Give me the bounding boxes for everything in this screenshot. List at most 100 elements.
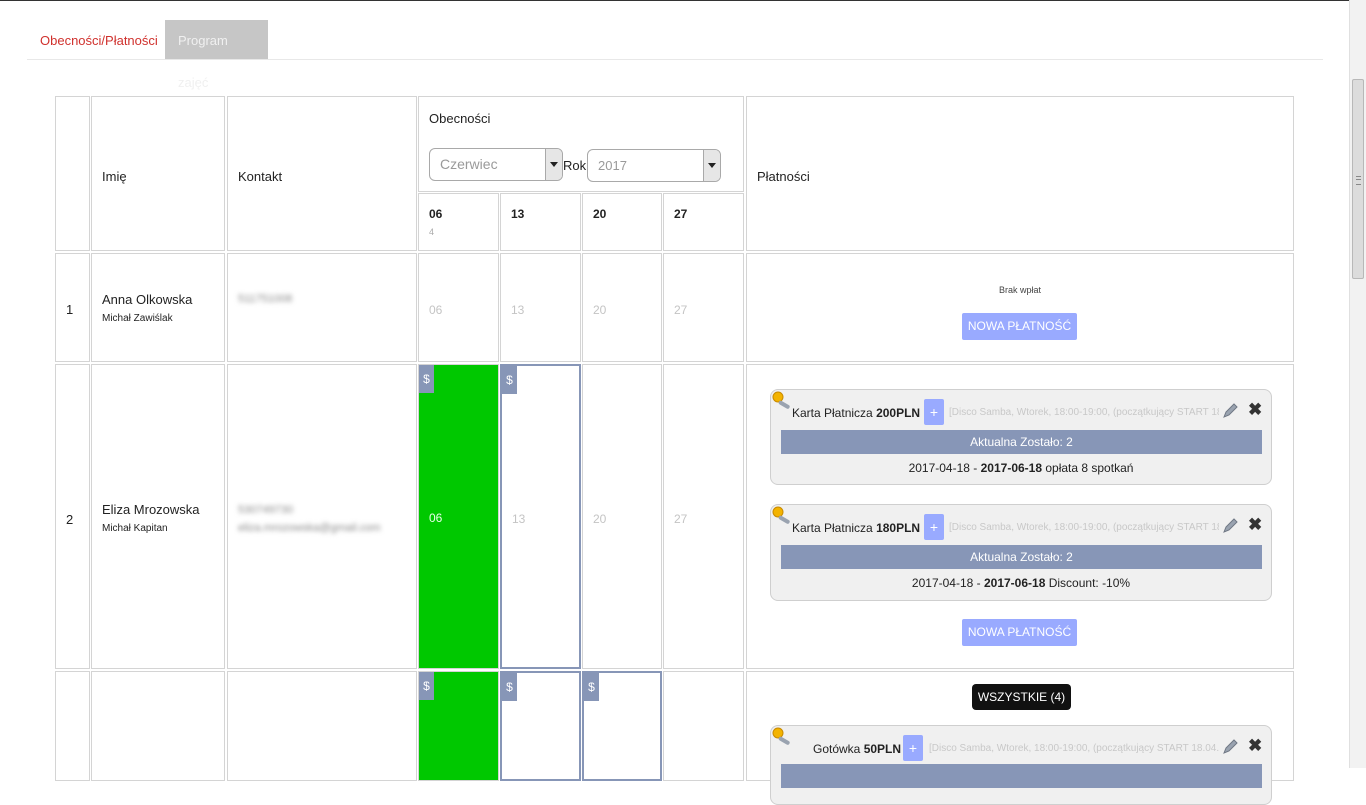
dollar-icon[interactable]: $ bbox=[419, 672, 434, 700]
vertical-scrollbar[interactable] bbox=[1349, 0, 1366, 768]
row-number-cell: 2 bbox=[55, 364, 90, 669]
chevron-down-icon bbox=[545, 149, 562, 180]
payment-amount: 200PLN bbox=[876, 406, 921, 420]
header-name-label: Imię bbox=[102, 169, 127, 184]
edit-icon[interactable] bbox=[1221, 402, 1239, 420]
payment-date-separator: - bbox=[973, 576, 984, 590]
header-day: 20 bbox=[593, 207, 607, 221]
payment-note: Discount: -10% bbox=[1045, 576, 1131, 590]
close-icon[interactable]: ✖ bbox=[1248, 515, 1262, 535]
header-day: 06 bbox=[429, 207, 443, 221]
payments-cell: Brak wpłat NOWA PŁATNOŚĆ bbox=[746, 253, 1294, 362]
payment-card: Gotówka 50PLN + [Disco Samba, Wtorek, 18… bbox=[770, 725, 1272, 805]
scrollbar-thumb[interactable] bbox=[1352, 79, 1364, 279]
attendance-cell[interactable]: 20 bbox=[582, 364, 662, 669]
instructor-name: Michał Zawiślak bbox=[102, 313, 173, 324]
add-payment-plus-button[interactable]: + bbox=[903, 735, 923, 761]
new-payment-button[interactable]: NOWA PŁATNOŚĆ bbox=[962, 313, 1077, 340]
payment-type: Karta Płatnicza bbox=[792, 521, 873, 535]
attendance-cell[interactable]: $ bbox=[500, 671, 581, 781]
close-icon[interactable]: ✖ bbox=[1248, 736, 1262, 756]
header-attendance-label: Obecności bbox=[429, 111, 491, 126]
row-name-cell: Anna Olkowska Michał Zawiślak bbox=[91, 253, 225, 362]
attendance-cell[interactable] bbox=[663, 671, 744, 781]
dollar-icon[interactable]: $ bbox=[502, 673, 517, 701]
month-select[interactable]: Czerwiec bbox=[429, 148, 563, 181]
payments-cell: WSZYSTKIE (4) Gotówka 50PLN + [Disco Sam… bbox=[746, 671, 1294, 805]
payment-description: [Disco Samba, Wtorek, 18:00-19:00, (pocz… bbox=[949, 522, 1219, 533]
attendance-cell[interactable]: 27 bbox=[663, 253, 744, 362]
payment-date-from: 2017-04-18 bbox=[908, 461, 970, 475]
attendance-cell[interactable]: 27 bbox=[663, 364, 744, 669]
payment-card: Karta Płatnicza 180PLN + [Disco Samba, W… bbox=[770, 504, 1272, 601]
dollar-icon[interactable]: $ bbox=[502, 366, 517, 394]
edit-icon[interactable] bbox=[1221, 517, 1239, 535]
tab-bar: Obecności/Płatności Program zajęć bbox=[27, 20, 1323, 90]
pushpin-icon bbox=[772, 506, 790, 524]
header-day: 13 bbox=[511, 207, 525, 221]
payment-note: opłata 8 spotkań bbox=[1042, 461, 1134, 475]
attendance-cell-present[interactable]: $ 06 bbox=[418, 364, 499, 669]
attendance-cell[interactable]: 06 bbox=[418, 253, 499, 362]
header-day: 27 bbox=[674, 207, 688, 221]
payment-title: Gotówka 50PLN bbox=[813, 742, 901, 756]
payment-amount: 50PLN bbox=[863, 742, 902, 756]
remaining-bar: Aktualna Zostało: 2 bbox=[781, 545, 1262, 569]
attendance-cell[interactable]: $ bbox=[582, 671, 662, 781]
attendance-day: 27 bbox=[674, 512, 688, 526]
row-contact-cell: 511751008 bbox=[227, 253, 417, 362]
header-day-cell: 27 bbox=[663, 193, 744, 251]
attendance-cell[interactable]: 13 bbox=[500, 253, 581, 362]
attendance-cell-present[interactable]: $ bbox=[418, 671, 499, 781]
row-name-cell: Eliza Mrozowska Michał Kapitan bbox=[91, 364, 225, 669]
add-payment-plus-button[interactable]: + bbox=[924, 399, 944, 425]
contact-phone: 511751008 bbox=[238, 293, 293, 305]
remaining-bar: Aktualna Zostało: 2 bbox=[781, 430, 1262, 454]
edit-icon[interactable] bbox=[1221, 738, 1239, 756]
attendance-cell[interactable]: $ 13 bbox=[500, 364, 581, 669]
header-contact-label: Kontakt bbox=[238, 169, 283, 184]
pushpin-icon bbox=[772, 727, 790, 745]
tab-attendance-payments[interactable]: Obecności/Płatności bbox=[27, 20, 165, 59]
payment-type: Gotówka bbox=[813, 742, 861, 756]
dollar-icon[interactable]: $ bbox=[419, 365, 434, 393]
payment-description: [Disco Samba, Wtorek, 18:00-19:00, (pocz… bbox=[929, 743, 1219, 754]
payment-date-separator: - bbox=[969, 461, 981, 475]
payment-dates: 2017-04-18 - 2017-06-18 opłata 8 spotkań bbox=[771, 461, 1271, 475]
attendance-day: 13 bbox=[511, 303, 525, 317]
attendance-cell[interactable]: 20 bbox=[582, 253, 662, 362]
payment-date-from: 2017-04-18 bbox=[911, 576, 974, 590]
attendance-day: 27 bbox=[674, 303, 688, 317]
student-name: Anna Olkowska bbox=[102, 292, 193, 307]
dollar-icon[interactable]: $ bbox=[584, 673, 599, 701]
payment-dates: 2017-04-18 - 2017-06-18 Discount: -10% bbox=[771, 576, 1271, 590]
contact-email: eliza.mrozowska@gmail.com bbox=[238, 522, 381, 534]
row-number: 1 bbox=[66, 302, 74, 317]
payment-title: Karta Płatnicza 200PLN bbox=[792, 406, 920, 420]
row-contact-cell bbox=[227, 671, 417, 781]
attendance-day: 20 bbox=[593, 303, 607, 317]
scrollbar-grip-icon bbox=[1356, 176, 1361, 185]
attendance-day: 06 bbox=[429, 511, 443, 525]
row-contact-cell: 530749730 eliza.mrozowska@gmail.com bbox=[227, 364, 417, 669]
new-payment-button[interactable]: NOWA PŁATNOŚĆ bbox=[962, 619, 1077, 646]
add-payment-plus-button[interactable]: + bbox=[924, 514, 944, 540]
year-select[interactable]: 2017 bbox=[587, 149, 721, 182]
header-payments-cell: Płatności bbox=[746, 96, 1294, 251]
row-name-cell bbox=[91, 671, 225, 781]
year-label: Rok bbox=[563, 158, 587, 173]
instructor-name: Michał Kapitan bbox=[102, 523, 168, 534]
attendance-day: 13 bbox=[512, 512, 526, 526]
header-name-cell: Imię bbox=[91, 96, 225, 251]
row-number-cell bbox=[55, 671, 90, 781]
contact-phone: 530749730 bbox=[238, 504, 294, 516]
row-number: 2 bbox=[66, 512, 74, 527]
header-attendance-cell: Obecności Czerwiec Rok 2017 bbox=[418, 96, 744, 192]
close-icon[interactable]: ✖ bbox=[1248, 400, 1262, 420]
header-day-cell: 13 bbox=[500, 193, 581, 251]
show-all-button[interactable]: WSZYSTKIE (4) bbox=[972, 684, 1071, 710]
pushpin-icon bbox=[772, 391, 790, 409]
header-payments-label: Płatności bbox=[757, 169, 810, 184]
tab-class-schedule[interactable]: Program zajęć bbox=[165, 20, 268, 90]
header-day-cell: 20 bbox=[582, 193, 662, 251]
